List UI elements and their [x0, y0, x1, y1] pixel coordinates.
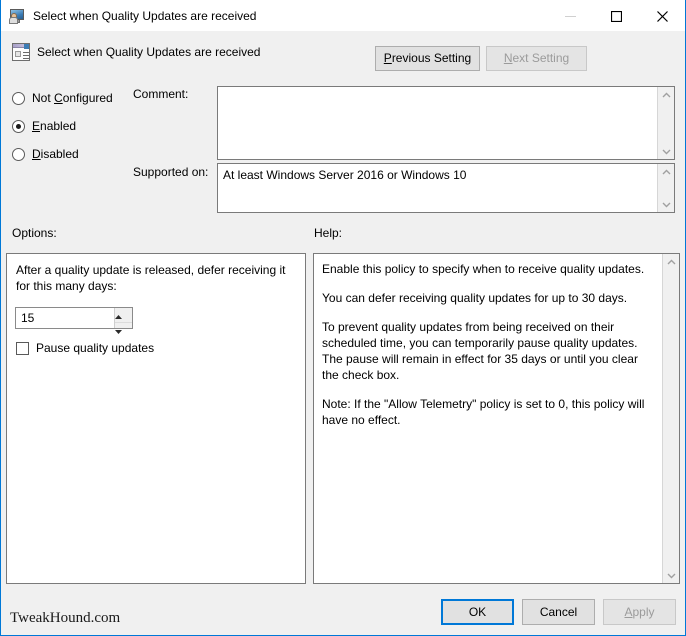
close-button[interactable] [639, 0, 685, 32]
chevron-up-icon[interactable] [663, 254, 680, 269]
comment-scrollbar[interactable] [657, 87, 674, 159]
supported-on-field: At least Windows Server 2016 or Windows … [217, 163, 675, 213]
comment-label: Comment: [133, 87, 189, 101]
options-panel: After a quality update is released, defe… [6, 253, 306, 584]
minimize-button[interactable] [547, 0, 593, 32]
comment-field[interactable] [217, 86, 675, 160]
radio-indicator [12, 91, 25, 105]
policy-setting-icon [12, 43, 30, 61]
chevron-down-icon[interactable] [663, 568, 680, 583]
help-paragraph: You can defer receiving quality updates … [322, 291, 628, 305]
defer-days-label: After a quality update is released, defe… [16, 263, 286, 293]
stepper-buttons[interactable] [114, 308, 132, 334]
help-paragraph: Note: If the "Allow Telemetry" policy is… [322, 397, 645, 427]
radio-indicator [12, 147, 25, 161]
help-paragraph: Enable this policy to specify when to re… [322, 262, 645, 276]
chevron-up-icon[interactable] [658, 164, 675, 179]
help-paragraph: To prevent quality updates from being re… [322, 320, 638, 382]
options-caption: Options: [12, 226, 57, 240]
policy-setting-dialog: Select when Quality Updates are received… [0, 0, 686, 636]
help-panel: Enable this policy to specify when to re… [313, 253, 680, 584]
setting-name: Select when Quality Updates are received [37, 45, 261, 59]
previous-setting-button[interactable]: Previous Setting [375, 46, 480, 71]
next-setting-button[interactable]: Next Setting [486, 46, 587, 71]
radio-label-disabled: Disabled [32, 147, 79, 161]
window-title: Select when Quality Updates are received [33, 8, 257, 23]
pause-quality-updates-label: Pause quality updates [36, 341, 155, 355]
checkbox-indicator [16, 341, 29, 355]
spinner-up-icon[interactable] [115, 308, 132, 323]
apply-button[interactable]: Apply [603, 599, 676, 625]
computer-user-icon [9, 8, 25, 24]
ok-button[interactable]: OK [441, 599, 514, 625]
maximize-button[interactable] [593, 0, 639, 32]
title-bar: Select when Quality Updates are received [1, 0, 685, 32]
radio-disabled[interactable]: Disabled [12, 147, 79, 161]
radio-label-not-configured: Not Configured [32, 91, 113, 105]
radio-enabled[interactable]: Enabled [12, 119, 76, 133]
watermark: TweakHound.com [10, 610, 121, 626]
help-text: Enable this policy to specify when to re… [314, 254, 662, 583]
radio-label-enabled: Enabled [32, 119, 77, 133]
defer-days-input[interactable]: 15 [16, 308, 114, 328]
chevron-down-icon[interactable] [658, 144, 675, 159]
radio-indicator [12, 119, 25, 133]
spinner-down-icon[interactable] [115, 323, 132, 337]
pause-quality-updates-checkbox[interactable]: Pause quality updates [16, 341, 154, 355]
supported-on-label: Supported on: [133, 165, 209, 179]
window-controls [547, 0, 685, 32]
chevron-down-icon[interactable] [658, 197, 675, 212]
radio-not-configured[interactable]: Not Configured [12, 91, 113, 105]
comment-textarea[interactable] [218, 87, 657, 159]
chevron-up-icon[interactable] [658, 87, 675, 102]
supported-on-text: At least Windows Server 2016 or Windows … [223, 168, 467, 182]
supported-on-scrollbar[interactable] [657, 164, 674, 212]
cancel-button[interactable]: Cancel [522, 599, 595, 625]
help-scrollbar[interactable] [662, 254, 679, 583]
defer-days-stepper[interactable]: 15 [15, 307, 133, 334]
help-caption: Help: [314, 226, 343, 240]
